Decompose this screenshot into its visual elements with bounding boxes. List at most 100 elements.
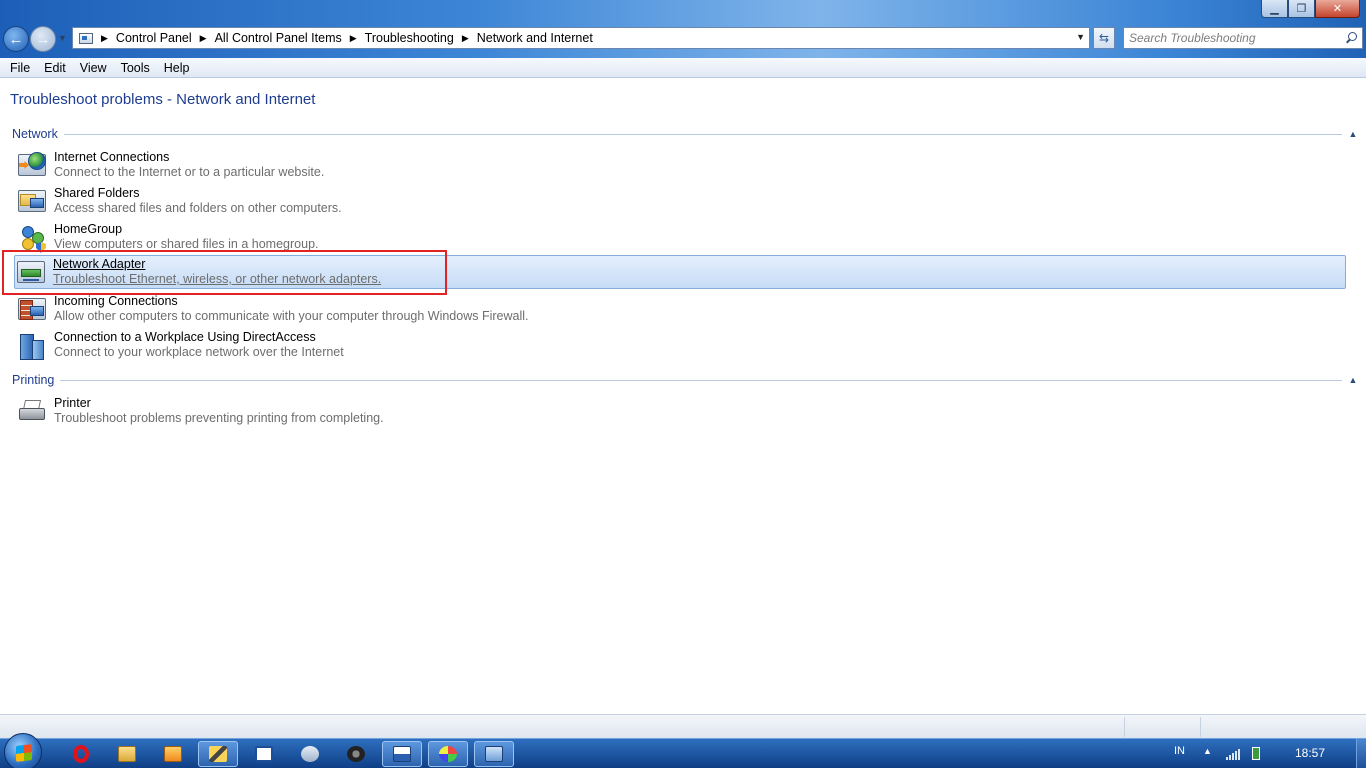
menu-help[interactable]: Help: [157, 61, 197, 75]
address-bar[interactable]: ▶ Control Panel ▶ All Control Panel Item…: [72, 27, 1090, 49]
taskbar-window-app[interactable]: [244, 741, 284, 767]
group-divider: [60, 379, 1342, 381]
breadcrumb-all-control-panel-items[interactable]: All Control Panel Items: [215, 31, 342, 45]
breadcrumb-separator[interactable]: ▶: [101, 33, 108, 44]
breadcrumb-network-and-internet[interactable]: Network and Internet: [477, 31, 593, 45]
maximize-button[interactable]: ❐: [1288, 0, 1315, 18]
shared-folders-icon: [16, 186, 48, 218]
opera-icon: [73, 745, 89, 763]
taskbar-paint[interactable]: [428, 741, 468, 767]
taskbar-app-pencil[interactable]: [198, 741, 238, 767]
item-internet-connections[interactable]: Internet Connections Connect to the Inte…: [16, 149, 1346, 183]
show-desktop-button[interactable]: [1356, 739, 1366, 768]
internet-connections-icon: [16, 150, 48, 182]
item-name[interactable]: Printer: [54, 396, 384, 411]
back-button[interactable]: ←: [3, 26, 29, 52]
item-incoming-connections[interactable]: Incoming Connections Allow other compute…: [16, 293, 1346, 327]
minimize-button[interactable]: ▁: [1261, 0, 1288, 18]
taskbar-media-player[interactable]: [153, 741, 193, 767]
item-name[interactable]: Internet Connections: [54, 150, 324, 165]
taskbar-control-panel[interactable]: [474, 741, 514, 767]
group-label-printing: Printing: [12, 373, 55, 387]
search-input[interactable]: [1124, 29, 1344, 47]
menu-tools[interactable]: Tools: [114, 61, 157, 75]
item-description: Allow other computers to communicate wit…: [54, 309, 529, 323]
breadcrumb-separator[interactable]: ▶: [462, 33, 469, 44]
item-shared-folders[interactable]: Shared Folders Access shared files and f…: [16, 185, 1346, 219]
taskbar-snipping[interactable]: [290, 741, 330, 767]
incoming-connections-icon: [16, 294, 48, 326]
item-description: Troubleshoot problems preventing printin…: [54, 411, 384, 425]
item-name[interactable]: HomeGroup: [54, 222, 319, 237]
collapse-icon[interactable]: ▲: [1346, 127, 1360, 141]
battery-icon[interactable]: [1252, 747, 1260, 760]
item-network-adapter[interactable]: Network Adapter Troubleshoot Ethernet, w…: [14, 255, 1346, 289]
content-pane: Troubleshoot problems - Network and Inte…: [0, 79, 1366, 714]
search-box[interactable]: [1123, 27, 1363, 49]
item-description: Troubleshoot Ethernet, wireless, or othe…: [53, 272, 382, 286]
forward-button[interactable]: →: [30, 26, 56, 52]
recent-pages-dropdown[interactable]: ▼: [58, 33, 67, 43]
taskbar-word[interactable]: [382, 741, 422, 767]
paint-icon: [439, 746, 457, 762]
group-divider: [63, 133, 1342, 135]
item-description: Access shared files and folders on other…: [54, 201, 342, 215]
minimize-icon: ▁: [1270, 3, 1279, 15]
language-indicator[interactable]: IN: [1174, 745, 1185, 757]
clock[interactable]: 18:57: [1295, 746, 1325, 760]
windows-logo-icon: [16, 744, 32, 762]
group-label-network: Network: [12, 127, 58, 141]
close-button[interactable]: ✕: [1315, 0, 1360, 18]
title-bar: ▁ ❐ ✕ ← → ▼ ▶ Control Panel ▶ All Contro…: [0, 0, 1366, 60]
network-signal-icon[interactable]: [1226, 748, 1240, 760]
item-description: View computers or shared files in a home…: [54, 237, 319, 251]
collapse-icon[interactable]: ▲: [1346, 373, 1360, 387]
media-player-icon: [164, 746, 182, 762]
group-header-network: Network ▲: [12, 126, 1360, 142]
address-dropdown-icon[interactable]: ▼: [1076, 32, 1085, 42]
face-icon: [347, 746, 365, 762]
taskbar-face-app[interactable]: [336, 741, 376, 767]
scissors-icon: [301, 746, 319, 762]
restore-icon: ❐: [1296, 3, 1307, 15]
menu-view[interactable]: View: [73, 61, 114, 75]
status-bar: [0, 714, 1366, 738]
item-name[interactable]: Shared Folders: [54, 186, 342, 201]
item-description: Connect to the Internet or to a particul…: [54, 165, 325, 179]
breadcrumb-control-panel[interactable]: Control Panel: [116, 31, 192, 45]
item-name[interactable]: Network Adapter: [53, 257, 381, 272]
breadcrumb-separator[interactable]: ▶: [200, 33, 207, 44]
item-description: Connect to your workplace network over t…: [54, 345, 344, 359]
item-name[interactable]: Incoming Connections: [54, 294, 529, 309]
taskbar-explorer[interactable]: [107, 741, 147, 767]
taskbar-opera[interactable]: [61, 741, 101, 767]
menu-edit[interactable]: Edit: [37, 61, 73, 75]
status-divider: [1124, 717, 1125, 737]
word-icon: [393, 746, 411, 762]
breadcrumb-troubleshooting[interactable]: Troubleshooting: [365, 31, 454, 45]
item-homegroup[interactable]: HomeGroup View computers or shared files…: [16, 221, 1346, 255]
item-printer[interactable]: Printer Troubleshoot problems preventing…: [16, 395, 1346, 429]
workplace-building-icon: [16, 330, 48, 362]
window-icon: [255, 746, 273, 762]
menu-bar: File Edit View Tools Help: [0, 58, 1366, 78]
refresh-button[interactable]: ⇆: [1093, 27, 1115, 49]
homegroup-icon: [16, 222, 48, 254]
back-arrow-icon: ←: [8, 30, 24, 48]
network-adapter-icon: [15, 257, 47, 289]
start-button[interactable]: [4, 733, 42, 768]
folder-icon: [118, 746, 136, 762]
menu-file[interactable]: File: [3, 61, 37, 75]
window-controls: ▁ ❐ ✕: [1261, 0, 1360, 18]
breadcrumb-separator[interactable]: ▶: [350, 33, 357, 44]
page-title: Troubleshoot problems - Network and Inte…: [10, 91, 316, 108]
close-icon: ✕: [1332, 3, 1343, 15]
forward-arrow-icon: →: [35, 30, 51, 48]
show-hidden-icons-icon[interactable]: ▲: [1203, 746, 1212, 756]
item-name[interactable]: Connection to a Workplace Using DirectAc…: [54, 330, 344, 345]
item-directaccess[interactable]: Connection to a Workplace Using DirectAc…: [16, 329, 1346, 363]
search-icon[interactable]: [1344, 31, 1358, 45]
pencil-icon: [209, 746, 227, 762]
control-panel-icon: [485, 746, 503, 762]
group-header-printing: Printing ▲: [12, 372, 1360, 388]
